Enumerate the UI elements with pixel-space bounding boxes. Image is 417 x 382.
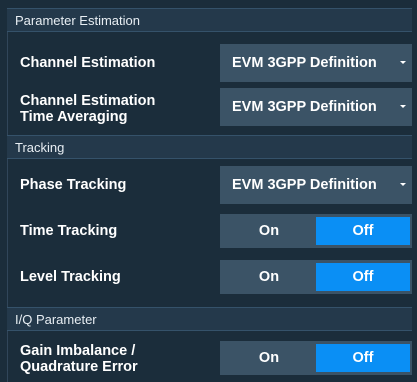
gain-imbalance-label: Gain Imbalance / Quadrature Error [20, 343, 138, 375]
label-line-1: Gain Imbalance / [20, 343, 136, 359]
section-header-parameter-estimation: Parameter Estimation [7, 8, 412, 32]
time-tracking-on-option[interactable]: On [223, 217, 315, 245]
level-tracking-label: Level Tracking [20, 269, 121, 285]
channel-estimation-time-averaging-label: Channel Estimation Time Averaging [20, 93, 155, 125]
gain-imbalance-on-option[interactable]: On [223, 344, 315, 372]
label-line-2: Time Averaging [20, 109, 128, 125]
channel-estimation-dropdown[interactable]: EVM 3GPP Definition [220, 44, 412, 82]
time-tracking-off-option[interactable]: Off [316, 217, 410, 245]
caret-down-icon [400, 183, 406, 186]
channel-estimation-time-averaging-value: EVM 3GPP Definition [232, 99, 377, 115]
channel-estimation-label: Channel Estimation [20, 55, 156, 71]
channel-estimation-time-averaging-dropdown[interactable]: EVM 3GPP Definition [220, 88, 412, 126]
time-tracking-toggle[interactable]: On Off [220, 214, 412, 248]
section-header-iq-parameter: I/Q Parameter [7, 307, 412, 331]
label-line-1: Channel Estimation [20, 93, 156, 109]
label-line-2: Quadrature Error [20, 359, 138, 375]
gain-imbalance-toggle[interactable]: On Off [220, 341, 412, 375]
caret-down-icon [400, 61, 406, 64]
gain-imbalance-off-option[interactable]: Off [316, 344, 410, 372]
caret-down-icon [400, 105, 406, 108]
phase-tracking-value: EVM 3GPP Definition [232, 177, 377, 193]
level-tracking-toggle[interactable]: On Off [220, 260, 412, 294]
phase-tracking-dropdown[interactable]: EVM 3GPP Definition [220, 166, 412, 204]
level-tracking-on-option[interactable]: On [223, 263, 315, 291]
phase-tracking-label: Phase Tracking [20, 177, 127, 193]
section-header-tracking: Tracking [7, 135, 412, 159]
time-tracking-label: Time Tracking [20, 223, 118, 239]
channel-estimation-value: EVM 3GPP Definition [232, 55, 377, 71]
level-tracking-off-option[interactable]: Off [316, 263, 410, 291]
